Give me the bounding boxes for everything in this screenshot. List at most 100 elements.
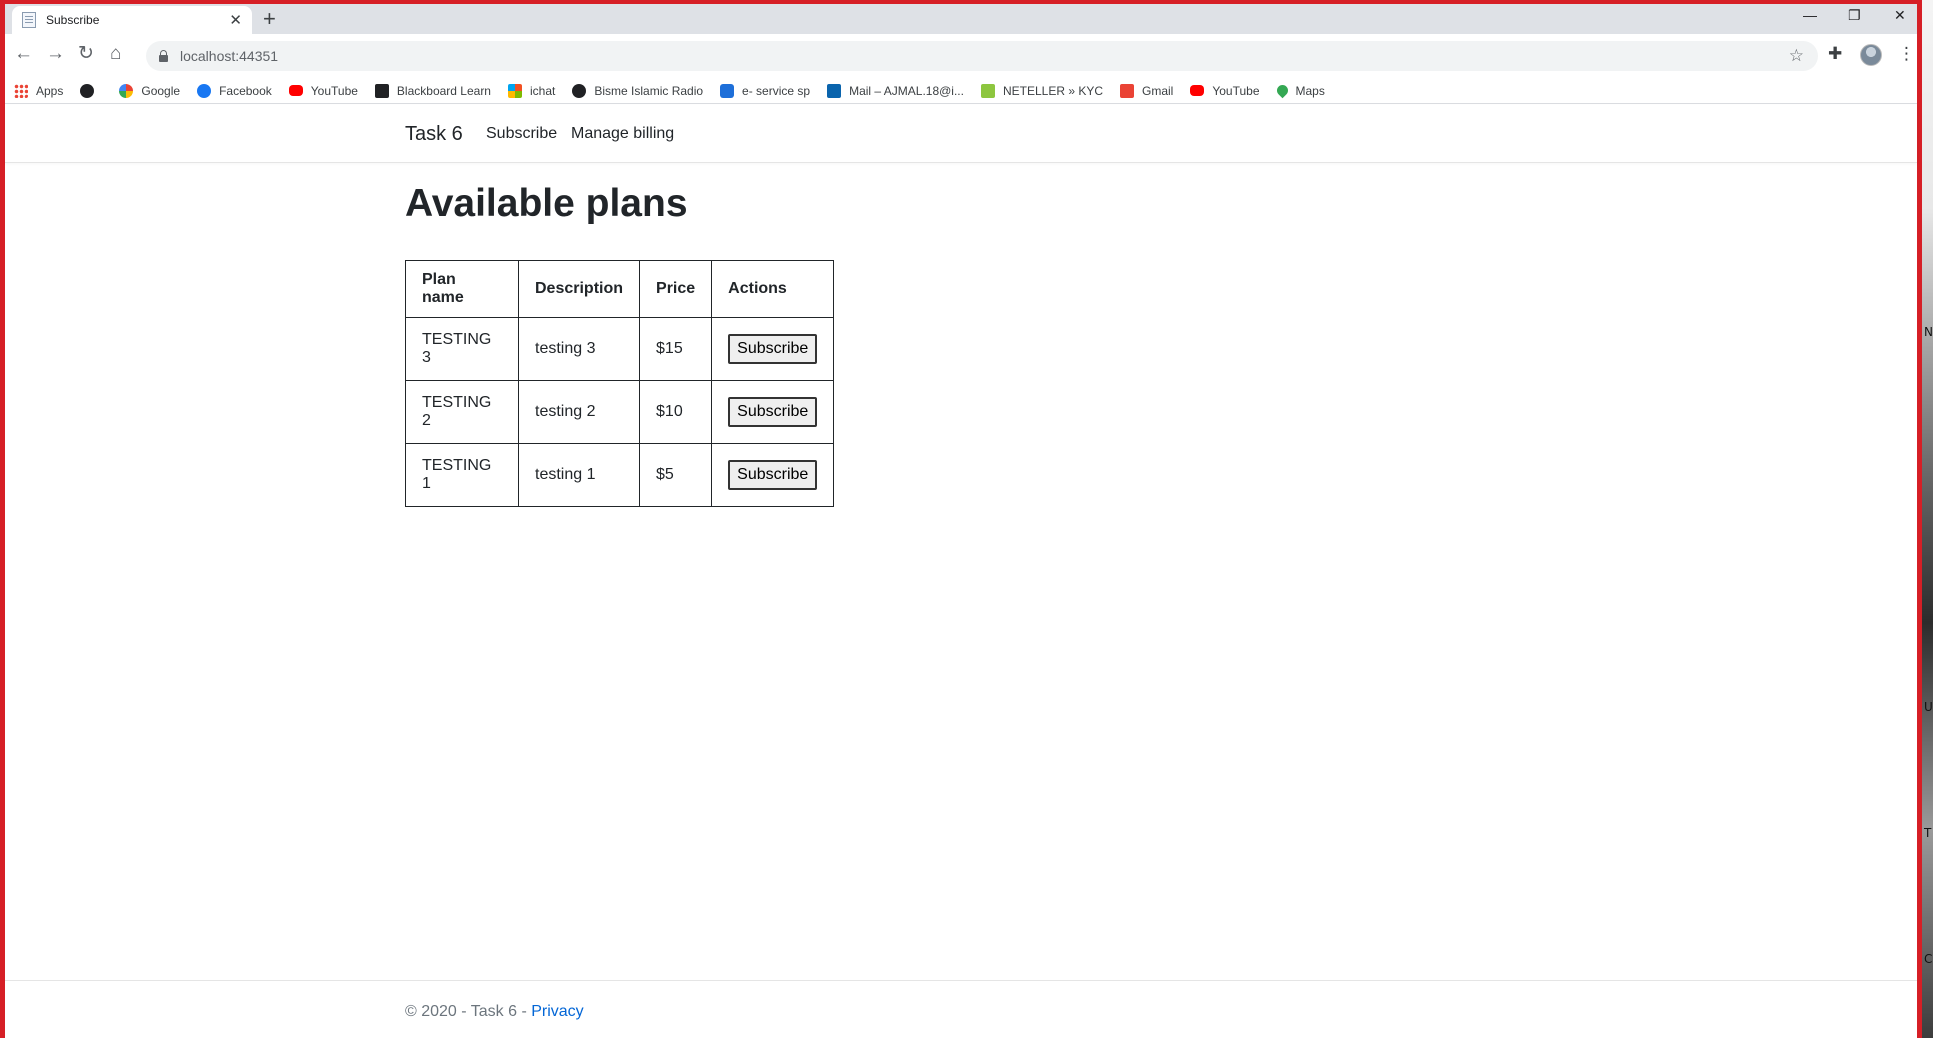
plan-description-cell: testing 2 [517, 380, 641, 444]
table-row: TESTING 1 testing 1 $5 Subscribe [405, 443, 835, 507]
nav-link-subscribe[interactable]: Subscribe [486, 125, 557, 143]
site-navbar: Task 6 Subscribe Manage billing [5, 105, 1917, 163]
apps-icon [14, 83, 28, 98]
bookmark-label: YouTube [1212, 83, 1260, 98]
subscribe-button[interactable]: Subscribe [728, 460, 818, 490]
bookmark-label: Bisme Islamic Radio [594, 83, 704, 98]
youtube-icon [288, 85, 303, 96]
desktop-glyph: T [1924, 826, 1932, 840]
gmail-icon [1120, 83, 1135, 98]
home-icon[interactable]: ⌂ [110, 44, 121, 63]
bookmark-blackboard[interactable]: Blackboard Learn [374, 83, 491, 98]
browser-window: Subscribe ✕ + — ❐ ✕ ← → ↻ ⌂ localhost:44… [0, 0, 1922, 1038]
table-header-row: Plan name Description Price Actions [405, 260, 835, 318]
plan-name-cell: TESTING 1 [405, 443, 519, 507]
plan-description-cell: testing 3 [517, 317, 641, 381]
screen: N U T C Subscribe ✕ + — ❐ ✕ ← → ↻ ⌂ loca… [0, 0, 1933, 1038]
desktop-glyph: N [1924, 325, 1933, 339]
bookmark-label: Maps [1295, 83, 1325, 98]
bookmark-globe[interactable] [80, 83, 102, 98]
neteller-icon [980, 83, 995, 98]
forward-icon[interactable]: → [46, 44, 65, 63]
column-header-plan-name: Plan name [405, 260, 519, 318]
site-footer: © 2020 - Task 6 - Privacy [5, 980, 1917, 1038]
bookmark-gmail[interactable]: Gmail [1120, 83, 1174, 98]
url-text[interactable]: localhost:44351 [180, 48, 1789, 64]
plan-actions-cell: Subscribe [711, 380, 835, 444]
column-header-actions: Actions [711, 260, 835, 318]
bookmark-label: Blackboard Learn [396, 83, 491, 98]
plan-price-cell: $15 [639, 317, 713, 381]
new-tab-icon[interactable]: + [263, 8, 276, 30]
bookmark-ichat[interactable]: ichat [507, 83, 556, 98]
blackboard-icon [374, 83, 389, 98]
desktop-background: N U T C [1922, 0, 1933, 1038]
sharepoint-icon [720, 83, 735, 98]
microsoft-icon [507, 83, 522, 98]
close-tab-icon[interactable]: ✕ [229, 13, 242, 28]
extensions-icon[interactable]: ✚ [1828, 45, 1842, 62]
bookmark-maps[interactable]: Maps [1274, 82, 1325, 99]
privacy-link[interactable]: Privacy [531, 1003, 583, 1020]
reload-icon[interactable]: ↻ [78, 44, 94, 63]
restore-icon[interactable]: ❐ [1848, 8, 1861, 22]
bookmark-star-icon[interactable]: ☆ [1789, 46, 1804, 66]
plan-price-cell: $5 [639, 443, 713, 507]
plan-actions-cell: Subscribe [711, 317, 835, 381]
plans-table: Plan name Description Price Actions TEST… [405, 260, 835, 507]
close-window-icon[interactable]: ✕ [1894, 8, 1906, 22]
google-icon [119, 83, 134, 98]
column-header-price: Price [639, 260, 713, 318]
site-brand-link[interactable]: Task 6 [405, 123, 463, 146]
browser-toolbar: ← → ↻ ⌂ localhost:44351 ☆ ✚ ⋮ [5, 34, 1917, 78]
bookmark-google[interactable]: Google [119, 83, 180, 98]
desktop-glyph: C [1924, 952, 1933, 966]
tab-subscribe[interactable]: Subscribe ✕ [12, 6, 252, 34]
bookmarks-bar: Apps Google Facebook YouTube Blackboard … [5, 78, 1917, 104]
web-page: Task 6 Subscribe Manage billing Availabl… [5, 105, 1917, 1038]
tab-title: Subscribe [46, 13, 100, 27]
plan-actions-cell: Subscribe [711, 443, 835, 507]
plan-price-cell: $10 [639, 380, 713, 444]
facebook-icon [197, 83, 212, 98]
globe-icon [572, 83, 587, 98]
bookmark-label: Apps [36, 83, 64, 98]
page-favicon-icon [22, 12, 36, 28]
table-row: TESTING 3 testing 3 $15 Subscribe [405, 317, 835, 381]
nav-link-manage-billing[interactable]: Manage billing [571, 125, 674, 143]
address-bar[interactable]: localhost:44351 ☆ [146, 41, 1818, 71]
bookmark-youtube[interactable]: YouTube [288, 83, 358, 98]
bookmark-neteller[interactable]: NETELLER » KYC [980, 83, 1104, 98]
plan-name-cell: TESTING 3 [405, 317, 519, 381]
back-icon[interactable]: ← [14, 44, 33, 63]
lock-icon[interactable] [158, 50, 168, 62]
bookmark-label: Gmail [1142, 83, 1174, 98]
bookmark-apps[interactable]: Apps [14, 83, 64, 98]
profile-avatar[interactable] [1860, 44, 1882, 66]
subscribe-button[interactable]: Subscribe [728, 334, 818, 364]
page-title: Available plans [405, 182, 688, 225]
plan-description-cell: testing 1 [517, 443, 641, 507]
bookmark-mail[interactable]: Mail – AJMAL.18@i... [827, 83, 964, 98]
maps-icon [1274, 82, 1290, 99]
bookmark-eservice[interactable]: e- service sp [720, 83, 811, 98]
bookmark-label: Facebook [219, 83, 272, 98]
column-header-description: Description [517, 260, 641, 318]
bookmark-youtube-2[interactable]: YouTube [1190, 83, 1260, 98]
bookmark-label: e- service sp [742, 83, 811, 98]
bookmark-label: YouTube [310, 83, 358, 98]
bookmark-bisme-radio[interactable]: Bisme Islamic Radio [572, 83, 704, 98]
table-row: TESTING 2 testing 2 $10 Subscribe [405, 380, 835, 444]
footer-text: © 2020 - Task 6 - Privacy [405, 1003, 584, 1021]
tab-strip: Subscribe ✕ + — ❐ ✕ [5, 4, 1917, 34]
desktop-glyph: U [1924, 700, 1933, 714]
menu-kebab-icon[interactable]: ⋮ [1898, 45, 1915, 62]
bookmark-label: Mail – AJMAL.18@i... [849, 83, 964, 98]
outlook-icon [827, 83, 842, 98]
subscribe-button[interactable]: Subscribe [728, 397, 818, 427]
bookmark-label: ichat [529, 83, 556, 98]
bookmark-label: NETELLER » KYC [1002, 83, 1104, 98]
copyright-text: © 2020 - Task 6 - [405, 1003, 532, 1020]
bookmark-facebook[interactable]: Facebook [197, 83, 272, 98]
minimize-icon[interactable]: — [1803, 8, 1817, 22]
